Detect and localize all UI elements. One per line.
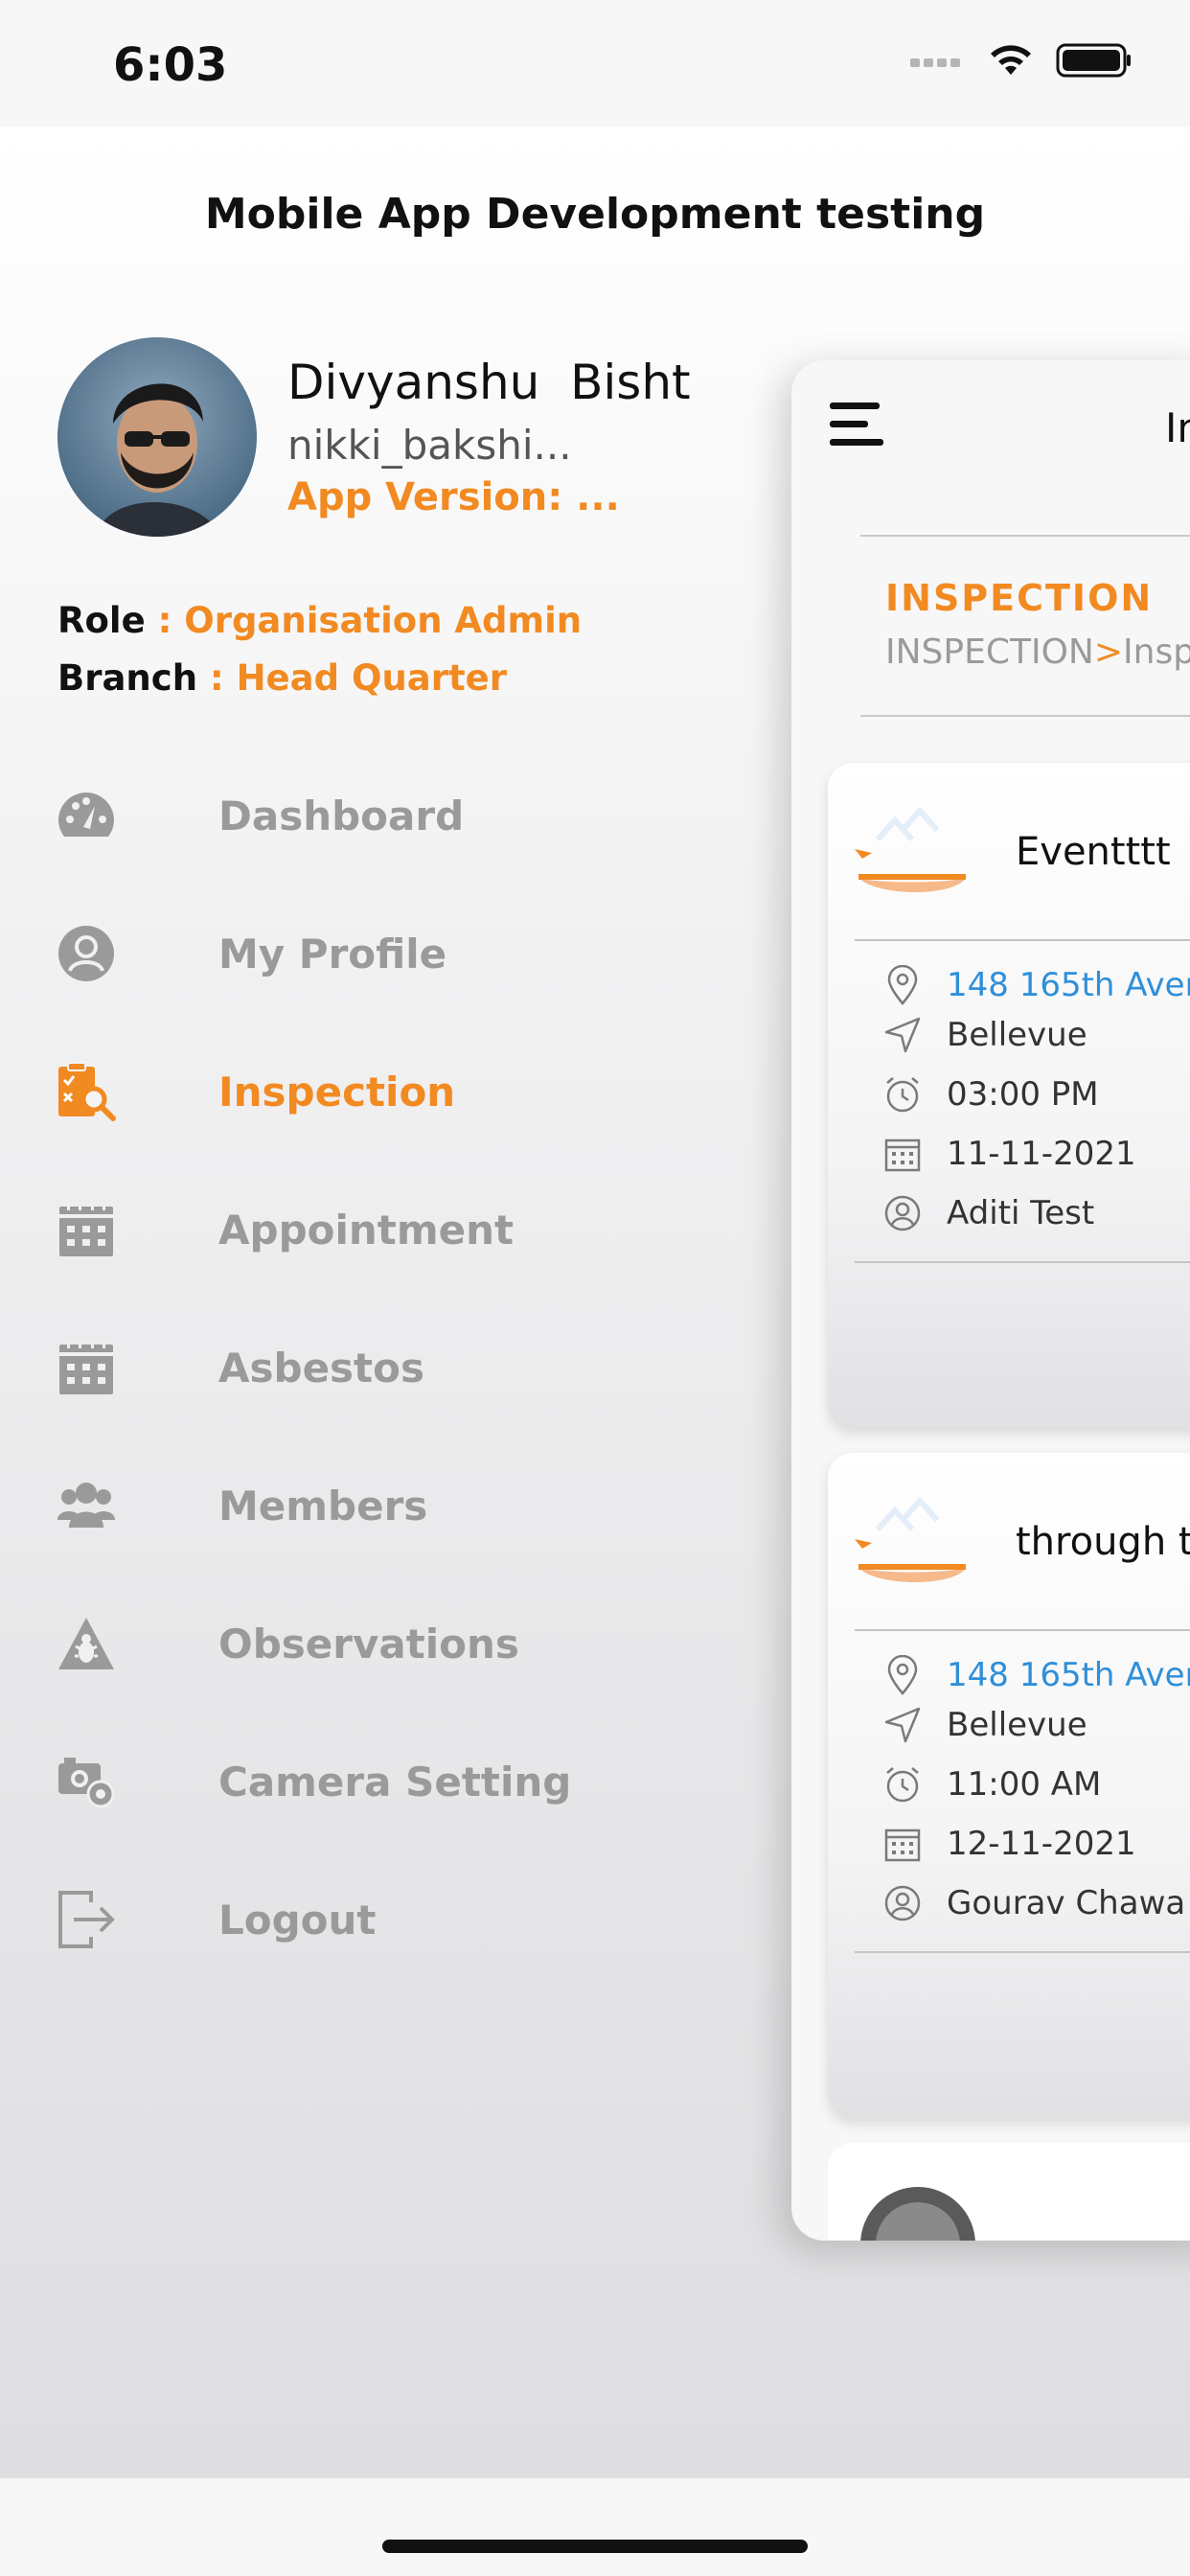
card-person: Gourav Chawa [947, 1884, 1186, 1922]
card-address-row: 148 165th Avenu [883, 1655, 1190, 1695]
menu-item-logout[interactable]: Logout [0, 1867, 690, 1972]
status-icons [908, 42, 1133, 79]
calendar-icon [56, 1337, 117, 1398]
menu-label-asbestos: Asbestos [218, 1344, 424, 1392]
user-circle-icon [56, 923, 117, 984]
menu-item-observations[interactable]: Observations [0, 1591, 690, 1696]
role-label: Role [57, 600, 146, 641]
card-title: through ti [1016, 1520, 1190, 1564]
main-content-panel[interactable]: In INSPECTION INSPECTION>Inspe Eventttt … [791, 360, 1190, 2241]
user-circle-icon [883, 1884, 922, 1922]
card-time: 11:00 AM [947, 1765, 1102, 1804]
card-address[interactable]: 148 165th Avenu [947, 1656, 1190, 1694]
menu-label-logout: Logout [218, 1896, 377, 1944]
card-date-row: 11-11-2021 [883, 1135, 1136, 1173]
menu-item-inspection[interactable]: Inspection [0, 1039, 690, 1144]
alarm-clock-icon [883, 1765, 922, 1804]
menu-item-my-profile[interactable]: My Profile [0, 901, 690, 1006]
app-version: App Version: ... [287, 475, 620, 519]
avatar[interactable] [57, 337, 257, 537]
menu-label-members: Members [218, 1482, 428, 1530]
calendar-icon [56, 1199, 117, 1260]
panel-title: In [1165, 404, 1190, 451]
logout-icon [56, 1889, 117, 1950]
card-divider [855, 939, 1190, 941]
menu-item-asbestos[interactable]: Asbestos [0, 1315, 690, 1420]
event-thumbnail [860, 2187, 975, 2241]
dashboard-gauge-icon [56, 785, 117, 846]
card-title: Eventttt [1016, 830, 1171, 874]
breadcrumb-current: Inspe [1123, 632, 1190, 672]
card-time-row: 03:00 PM [883, 1075, 1099, 1114]
breadcrumb-separator: > [1093, 632, 1124, 672]
divider [860, 535, 1190, 537]
members-group-icon [56, 1475, 117, 1536]
wifi-icon [991, 45, 1031, 75]
inspection-clipboard-icon [56, 1061, 117, 1122]
card-city-row: Bellevue [883, 1016, 1087, 1054]
user-name: Divyanshu Bisht [287, 355, 691, 410]
divider [860, 715, 1190, 717]
calendar-small-icon [883, 1825, 922, 1863]
navigation-arrow-icon [883, 1706, 922, 1744]
event-thumbnail [849, 1482, 972, 1604]
battery-icon [1056, 43, 1131, 78]
card-person-row: Gourav Chawa [883, 1884, 1185, 1922]
home-bar-area [0, 2478, 1190, 2576]
menu-label-camera-setting: Camera Setting [218, 1758, 572, 1806]
card-divider [855, 1951, 1190, 1953]
card-date: 12-11-2021 [947, 1825, 1136, 1863]
branch-row: Branch : Head Quarter [57, 657, 507, 699]
inspection-card[interactable]: through ti 148 165th Avenu Bellevue 11:0… [828, 1453, 1190, 2118]
card-date-row: 12-11-2021 [883, 1825, 1136, 1863]
card-city-row: Bellevue [883, 1706, 1087, 1744]
role-value: : Organisation Admin [145, 600, 583, 641]
inspection-card[interactable]: Eventttt 148 165th Avenu Bellevue 03:00 … [828, 763, 1190, 1428]
card-divider [855, 1261, 1190, 1263]
card-divider [855, 1629, 1190, 1631]
card-time: 03:00 PM [947, 1075, 1099, 1114]
card-address-row: 148 165th Avenu [883, 965, 1190, 1005]
card-address[interactable]: 148 165th Avenu [947, 966, 1190, 1004]
card-city: Bellevue [947, 1016, 1087, 1054]
menu-label-dashboard: Dashboard [218, 792, 465, 840]
role-row: Role : Organisation Admin [57, 600, 582, 641]
event-thumbnail [849, 792, 972, 914]
alarm-clock-icon [883, 1075, 922, 1114]
calendar-small-icon [883, 1135, 922, 1173]
section-title: INSPECTION [885, 577, 1154, 619]
menu-item-appointment[interactable]: Appointment [0, 1177, 690, 1282]
menu-label-observations: Observations [218, 1620, 519, 1668]
status-bar: 6:03 [0, 0, 1190, 126]
card-date: 11-11-2021 [947, 1135, 1136, 1173]
menu-item-dashboard[interactable]: Dashboard [0, 763, 690, 868]
location-pin-icon [883, 965, 922, 1005]
user-handle: nikki_bakshi... [287, 422, 572, 469]
camera-gear-icon [56, 1751, 117, 1812]
breadcrumb-root[interactable]: INSPECTION [885, 632, 1094, 672]
breadcrumb: INSPECTION>Inspe [885, 632, 1190, 672]
card-person-row: Aditi Test [883, 1194, 1094, 1232]
card-person: Aditi Test [947, 1194, 1095, 1232]
app-title: Mobile App Development testing [204, 190, 986, 239]
branch-label: Branch [57, 657, 198, 699]
home-indicator[interactable] [382, 2540, 808, 2553]
signal-icon [910, 58, 960, 67]
inspection-card[interactable] [828, 2143, 1190, 2241]
card-city: Bellevue [947, 1706, 1087, 1744]
navigation-arrow-icon [883, 1016, 922, 1054]
branch-value: : Head Quarter [197, 657, 508, 699]
location-pin-icon [883, 1655, 922, 1695]
card-time-row: 11:00 AM [883, 1765, 1101, 1804]
menu-label-appointment: Appointment [218, 1206, 515, 1254]
hamburger-menu-icon[interactable] [828, 401, 885, 453]
bug-warning-icon [56, 1613, 117, 1674]
menu-label-my-profile: My Profile [218, 930, 447, 978]
status-time: 6:03 [113, 38, 228, 92]
menu-label-inspection: Inspection [218, 1068, 456, 1116]
menu-item-members[interactable]: Members [0, 1453, 690, 1558]
menu-item-camera-setting[interactable]: Camera Setting [0, 1729, 690, 1834]
user-circle-icon [883, 1194, 922, 1232]
